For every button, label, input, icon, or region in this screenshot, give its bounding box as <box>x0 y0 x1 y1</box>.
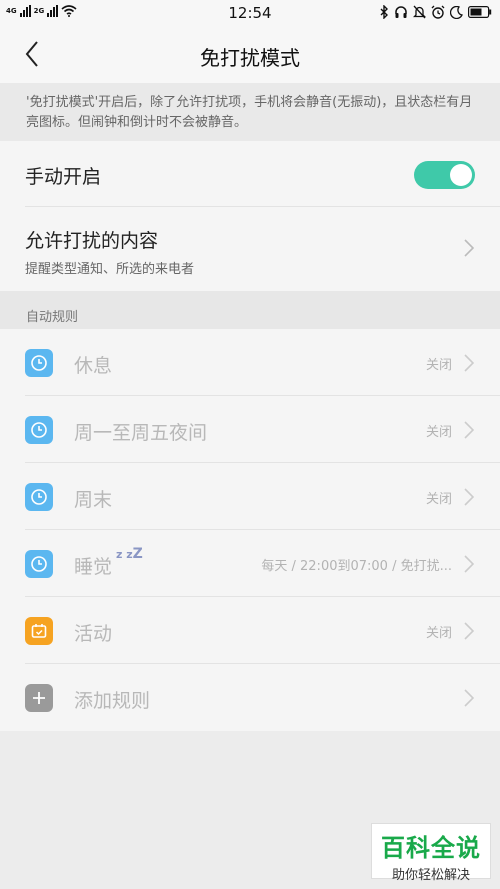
manual-enable-label: 手动开启 <box>25 166 102 188</box>
rule-name: 休息 <box>74 355 113 377</box>
rule-name: 睡觉 <box>74 556 113 578</box>
bell-off-icon <box>413 5 426 19</box>
chevron-right-icon <box>464 354 474 372</box>
chevron-right-icon <box>464 239 474 257</box>
allow-interrupt-subtitle: 提醒类型通知、所选的来电者 <box>25 262 195 277</box>
status-right <box>379 5 492 19</box>
clock-icon <box>25 550 53 578</box>
calendar-icon <box>25 617 53 645</box>
rule-row-weekend[interactable]: 周末 关闭 <box>0 463 500 530</box>
sleep-zz-icon: z zZ <box>116 546 143 562</box>
battery-icon <box>468 6 492 18</box>
add-rule-row[interactable]: 添加规则 <box>0 664 500 731</box>
nav-bar: 免打扰模式 <box>0 26 500 83</box>
watermark-subtitle: 助你轻松解决 <box>391 868 470 883</box>
settings-card: 手动开启 允许打扰的内容 提醒类型通知、所选的来电者 <box>0 141 500 291</box>
headset-icon <box>395 6 407 18</box>
clock-icon <box>25 416 53 444</box>
rule-row-weeknight[interactable]: 周一至周五夜间 关闭 <box>0 396 500 463</box>
allow-interrupt-title: 允许打扰的内容 <box>25 230 159 252</box>
toggle-knob <box>450 164 472 186</box>
moon-icon <box>450 5 463 19</box>
info-text: '免打扰模式'开启后，除了允许打扰项，手机将会静音(无振动)，且状态栏有月亮图标… <box>0 83 500 141</box>
alarm-icon <box>431 5 445 19</box>
rule-status: 关闭 <box>425 492 452 507</box>
rule-row-rest[interactable]: 休息 关闭 <box>0 329 500 396</box>
chevron-right-icon <box>464 488 474 506</box>
rule-status: 关闭 <box>425 626 452 641</box>
status-bar: 4G 2G 12:54 <box>0 0 500 26</box>
watermark-logo: 百科全说 助你轻松解决 <box>371 823 491 883</box>
chevron-right-icon <box>464 622 474 640</box>
manual-enable-row: 手动开启 <box>25 141 500 207</box>
chevron-right-icon <box>464 421 474 439</box>
watermark-title: 百科全说 <box>381 834 481 862</box>
rule-status: 关闭 <box>425 358 452 373</box>
rule-name: 添加规则 <box>74 690 151 712</box>
rule-name: 周一至周五夜间 <box>74 422 208 444</box>
chevron-right-icon <box>464 555 474 573</box>
clock-icon <box>25 349 53 377</box>
clock-icon <box>25 483 53 511</box>
rule-row-sleep[interactable]: 睡觉 z zZ 每天 / 22:00到07:00 / 免打扰... <box>0 530 500 597</box>
allow-interrupt-row[interactable]: 允许打扰的内容 提醒类型通知、所选的来电者 <box>25 207 500 291</box>
page-title: 免打扰模式 <box>200 46 300 70</box>
rule-status: 关闭 <box>425 425 452 440</box>
rule-row-activity[interactable]: 活动 关闭 <box>0 597 500 664</box>
plus-icon <box>25 684 53 712</box>
chevron-right-icon <box>464 689 474 707</box>
auto-rules-header: 自动规则 <box>0 291 500 329</box>
rules-list: 休息 关闭 周一至周五夜间 关闭 周末 关闭 睡觉 z zZ 每天 / 22:0… <box>0 329 500 731</box>
rule-status: 每天 / 22:00到07:00 / 免打扰... <box>261 559 452 574</box>
rule-name: 活动 <box>74 623 113 645</box>
manual-enable-toggle[interactable] <box>414 161 475 189</box>
rule-name: 周末 <box>74 489 113 511</box>
bluetooth-icon <box>380 5 388 19</box>
